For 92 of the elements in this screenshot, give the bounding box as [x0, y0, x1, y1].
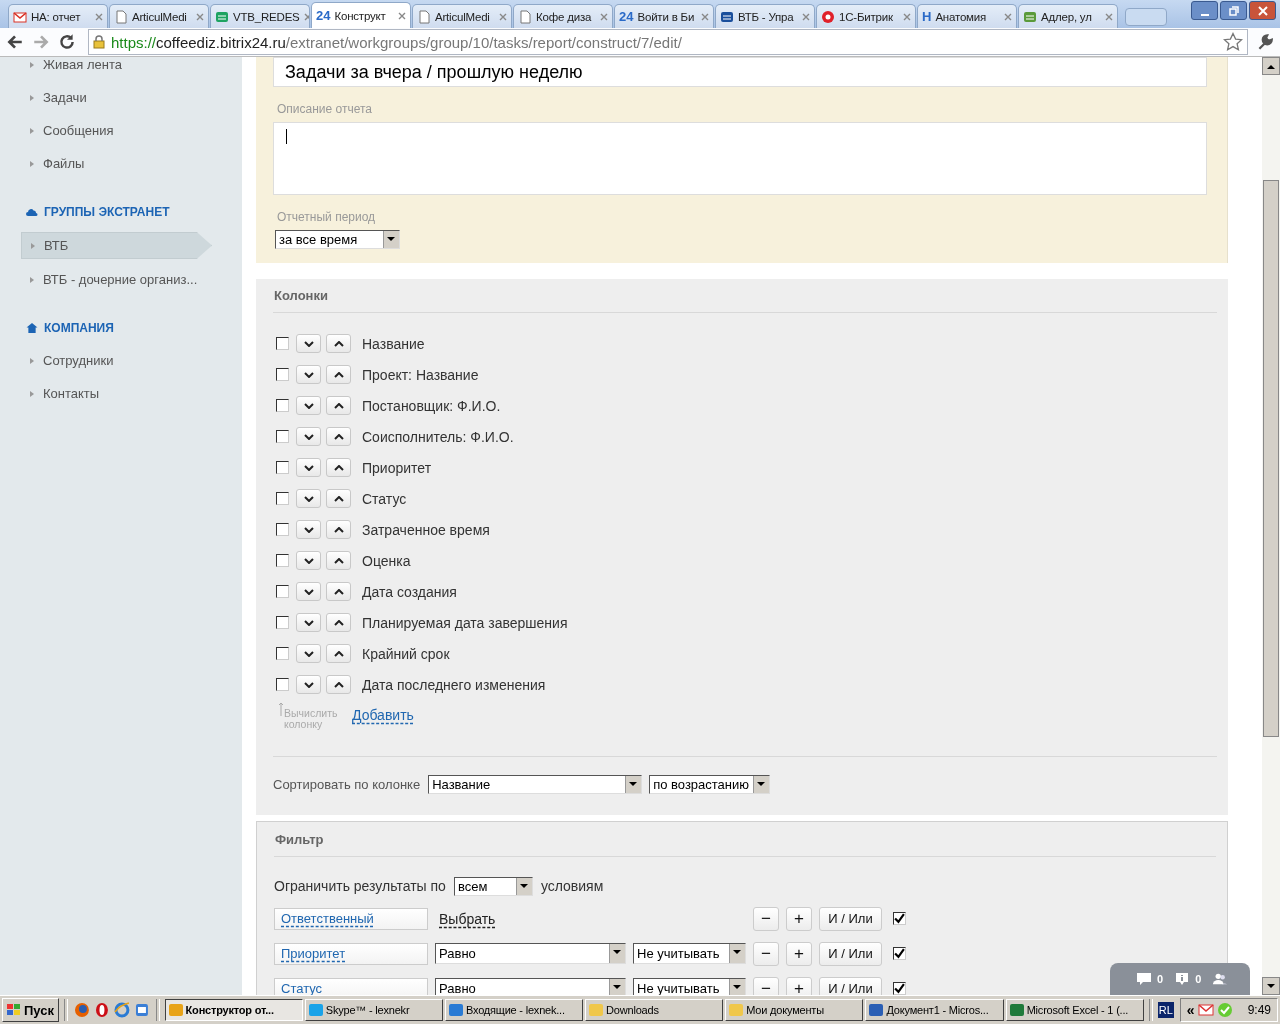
column-label: Приоритет [362, 459, 432, 476]
condition-select[interactable]: всем [453, 876, 533, 896]
column-label: Затраченное время [362, 521, 490, 538]
tab-title: Анатомия [935, 10, 988, 23]
taskbar-button[interactable]: Мои документы [725, 999, 864, 1021]
and-or-button[interactable]: И / Или [819, 941, 882, 966]
browser-tab[interactable]: 1С-Битрик [816, 4, 916, 28]
value-select[interactable]: Не учитывать [633, 978, 746, 995]
taskbar-button[interactable]: Downloads [585, 999, 724, 1021]
browser-tab[interactable]: ВТБ - Упра [715, 4, 815, 28]
remove-button[interactable]: − [753, 976, 779, 995]
language-indicator[interactable]: RL [1157, 1002, 1174, 1018]
operator-select[interactable]: Равно [435, 943, 626, 964]
sidebar-item[interactable]: Сообщения [0, 114, 242, 147]
filter-label: Ограничить результаты по [274, 878, 446, 894]
filter-field[interactable]: Ответственный [274, 907, 428, 930]
section-heading: Фильтр [274, 822, 1216, 857]
sidebar-item[interactable]: Файлы [0, 147, 242, 180]
site-icon: 24 [619, 9, 634, 24]
filter-field[interactable]: Статус [274, 977, 428, 995]
browser-tab[interactable]: 24 Войти в Би [614, 4, 714, 28]
and-or-button[interactable]: И / Или [819, 976, 882, 995]
browser-tab[interactable]: ArticulMedi [109, 4, 209, 28]
sort-label: Сортировать по колонке [273, 776, 421, 792]
browser-tab[interactable]: Кофе диза [513, 4, 613, 28]
field-label: Описание отчета [277, 102, 373, 116]
section-heading: Колонки [273, 279, 1217, 313]
tab-title: Конструкт [334, 9, 387, 22]
taskbar-button[interactable]: Microsoft Excel - 1 (... [1005, 999, 1144, 1021]
browser-tab[interactable]: НА: отчет [8, 4, 108, 28]
message-count: 0 [1157, 973, 1164, 985]
add-button[interactable]: + [786, 906, 812, 931]
tab-title: ArticulMedi [132, 10, 188, 23]
section-heading: ГРУППЫ ЭКСТРАНЕТ [44, 204, 170, 219]
column-label: Планируемая дата завершения [362, 614, 568, 631]
taskbar-button[interactable]: Конструктор от... [164, 999, 303, 1021]
period-select[interactable]: за все время [275, 230, 400, 249]
column-label: Дата последнего изменения [362, 676, 546, 693]
filter-label: условиям [540, 878, 604, 894]
browser-tab[interactable]: H Анатомия [917, 4, 1017, 28]
column-label: Оценка [362, 552, 411, 569]
sort-order-select[interactable]: по возрастанию [649, 774, 771, 794]
site-icon: 24 [316, 8, 331, 23]
sidebar-item[interactable]: Контакты [0, 377, 242, 410]
choose-link[interactable]: Выбрать [439, 910, 746, 927]
and-or-button[interactable]: И / Или [819, 906, 882, 931]
browser-tab[interactable]: 24 Конструкт [311, 2, 411, 28]
sidebar-item[interactable]: ВТБ - дочерние организ... [0, 263, 242, 296]
browser-tab[interactable]: Адлер, ул [1018, 4, 1118, 28]
sidebar-item[interactable]: ВТБ [21, 232, 212, 259]
clock: 9:49 [1247, 1003, 1271, 1017]
report-title-field[interactable]: Задачи за вчера / прошлую неделю [273, 57, 1207, 87]
tab-title: Адлер, ул [1041, 10, 1093, 23]
add-button[interactable]: + [786, 976, 812, 995]
show-hidden-icons-button[interactable]: « [1186, 1002, 1195, 1018]
column-label: Статус [362, 490, 407, 507]
column-label: Дата создания [362, 583, 457, 600]
taskbar-button[interactable]: Skype™ - lexnekr [304, 999, 443, 1021]
add-button[interactable]: + [786, 941, 812, 966]
start-button[interactable]: Пуск [2, 998, 59, 1022]
tab-title: VTB_REDES [233, 10, 300, 23]
column-label: Постановщик: Ф.И.О. [362, 397, 501, 414]
calculate-column-hint: Вычислить колонку [284, 708, 339, 730]
operator-select[interactable]: Равно [435, 978, 626, 995]
column-label: Название [362, 335, 425, 352]
sidebar-item[interactable]: Задачи [0, 81, 242, 114]
sort-column-select[interactable]: Название [428, 774, 643, 794]
address-bar[interactable]: https://coffeediz.bitrix24.ru/extranet/workgroups/group/10/tasks/report/construct/7/edit/ [88, 29, 1248, 55]
tab-title: ArticulMedi [435, 10, 491, 23]
browser-tab[interactable]: ArticulMedi [412, 4, 512, 28]
value-select[interactable]: Не учитывать [633, 943, 746, 964]
taskbar-button[interactable]: Документ1 - Micros... [865, 999, 1004, 1021]
notification-count: 0 [1195, 973, 1202, 985]
taskbar-button[interactable]: Входящие - lexnek... [444, 999, 584, 1021]
browser-tab[interactable]: VTB_REDES [210, 4, 310, 28]
remove-button[interactable]: − [753, 941, 779, 966]
sidebar-item[interactable]: Сотрудники [0, 344, 242, 377]
tab-title: 1С-Битрик [839, 10, 894, 23]
tab-title: Кофе диза [536, 10, 593, 23]
site-icon: H [922, 9, 932, 24]
column-label: Проект: Название [362, 366, 479, 383]
remove-button[interactable]: − [753, 906, 779, 931]
add-link[interactable]: Добавить [352, 707, 414, 723]
column-label: Крайний срок [362, 645, 450, 662]
filter-field[interactable]: Приоритет [274, 942, 428, 965]
tab-title: Войти в Би [637, 10, 696, 23]
sidebar-item[interactable]: Живая лента [0, 57, 242, 81]
tab-title: ВТБ - Упра [738, 10, 795, 23]
column-label: Соисполнитель: Ф.И.О. [362, 428, 514, 445]
tab-title: НА: отчет [31, 10, 82, 23]
field-label: Отчетный период [277, 210, 377, 224]
section-heading: КОМПАНИЯ [44, 320, 114, 335]
